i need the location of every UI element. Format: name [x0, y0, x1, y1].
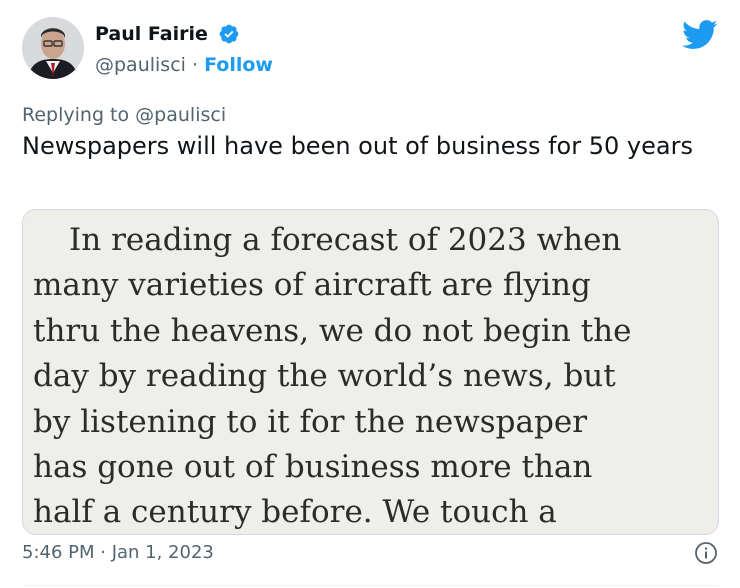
clipping-line: half a century before. We touch a: [33, 494, 557, 531]
tweet-timestamp[interactable]: 5:46 PM · Jan 1, 2023: [22, 541, 214, 565]
info-icon[interactable]: [694, 541, 718, 565]
reply-prefix: Replying to: [22, 104, 130, 126]
clipping-line: day by reading the world’s news, but: [33, 358, 616, 395]
tweet-text: Newspapers will have been out of busines…: [22, 132, 693, 160]
author-handle[interactable]: @paulisci: [95, 54, 186, 76]
twitter-bird-icon[interactable]: [682, 20, 718, 50]
reply-context: Replying to @paulisci: [22, 103, 226, 127]
avatar[interactable]: [22, 17, 84, 79]
verified-badge-icon: [219, 24, 239, 44]
tweet-media-image[interactable]: In reading a forecast of 2023 when many …: [22, 209, 719, 535]
reply-handle-link[interactable]: @paulisci: [135, 104, 226, 126]
clipping-line: many varieties of aircraft are flying: [33, 267, 591, 304]
tweet-card: Paul Fairie @paulisci · Follow Replying …: [0, 0, 740, 588]
author-handle-line: @paulisci · Follow: [95, 53, 273, 77]
follow-button[interactable]: Follow: [204, 54, 273, 76]
separator-dot: ·: [191, 54, 199, 76]
divider: [22, 585, 718, 586]
clipping-line: thru the heavens, we do not begin the: [33, 312, 632, 349]
author-name[interactable]: Paul Fairie: [95, 22, 208, 46]
newspaper-clipping: In reading a forecast of 2023 when many …: [33, 218, 713, 534]
clipping-line: by listening to it for the newspaper: [33, 403, 588, 440]
clipping-line: has gone out of business more than: [33, 449, 593, 486]
clipping-line: In reading a forecast of 2023 when: [69, 222, 622, 258]
